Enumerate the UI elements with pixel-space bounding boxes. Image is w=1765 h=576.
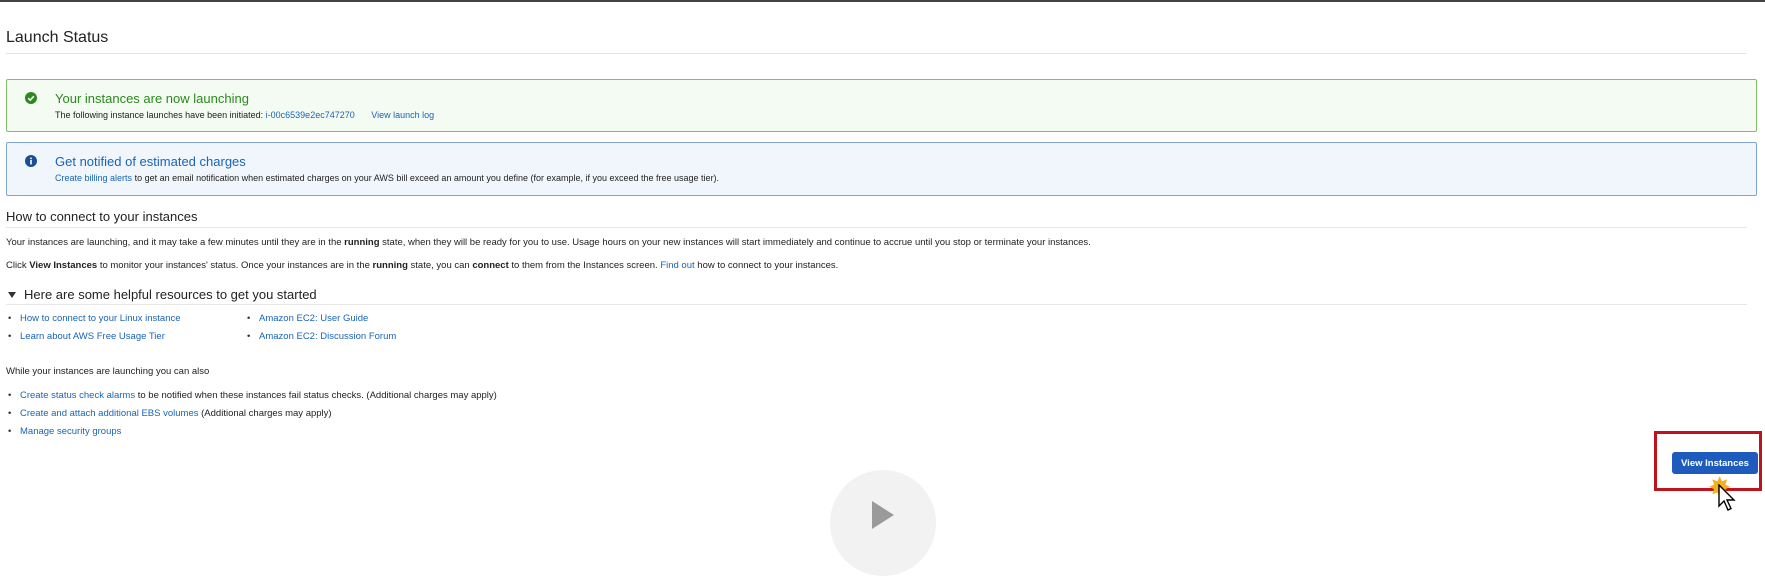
text: to them from the Instances screen. <box>511 260 658 271</box>
top-border <box>0 0 1765 2</box>
resources-divider <box>6 304 1747 305</box>
bold-text: View Instances <box>29 260 98 271</box>
text: Your instances are launching, and it may… <box>6 237 342 248</box>
list-item: Learn about AWS Free Usage Tier <box>6 328 181 346</box>
also-list: Create status check alarms to be notifie… <box>6 387 497 441</box>
billing-info-alert: Get notified of estimated charges Create… <box>6 142 1757 196</box>
linux-connect-link[interactable]: How to connect to your Linux instance <box>20 313 181 324</box>
resources-list-left: How to connect to your Linux instance Le… <box>6 310 181 346</box>
alert-body-text: The following instance launches have bee… <box>55 110 264 120</box>
status-check-alarms-link[interactable]: Create status check alarms <box>20 390 135 401</box>
resources-heading: Here are some helpful resources to get y… <box>24 287 317 302</box>
bold-text: running <box>372 260 408 271</box>
cursor-icon <box>1718 484 1736 511</box>
info-circle-icon <box>25 155 37 167</box>
user-guide-link[interactable]: Amazon EC2: User Guide <box>259 313 368 324</box>
list-item: How to connect to your Linux instance <box>6 310 181 328</box>
connect-paragraph-1: Your instances are launching, and it may… <box>6 237 1091 248</box>
list-item: Amazon EC2: Discussion Forum <box>245 328 396 346</box>
bold-text: connect <box>472 260 509 271</box>
page-title: Launch Status <box>6 29 109 46</box>
text: to monitor your instances' status. Once … <box>99 260 370 271</box>
connect-divider <box>6 227 1747 228</box>
text: state, when they will be ready for you t… <box>382 237 1091 248</box>
alert-heading: Get notified of estimated charges <box>55 154 246 169</box>
create-billing-alerts-link[interactable]: Create billing alerts <box>55 173 132 183</box>
title-divider <box>6 53 1747 54</box>
list-item: Create and attach additional EBS volumes… <box>6 405 497 423</box>
caret-down-icon <box>8 291 16 298</box>
list-item: Manage security groups <box>6 423 497 441</box>
play-icon <box>872 501 894 529</box>
alert-body: The following instance launches have bee… <box>55 110 434 120</box>
alert-body-text: to get an email notification when estima… <box>134 173 720 183</box>
security-groups-link[interactable]: Manage security groups <box>20 426 121 437</box>
find-out-link[interactable]: Find out <box>660 260 694 271</box>
text: how to connect to your instances. <box>697 260 839 271</box>
item-note: (Additional charges may apply) <box>201 408 332 419</box>
text: state, you can <box>410 260 470 271</box>
discussion-forum-link[interactable]: Amazon EC2: Discussion Forum <box>259 331 396 342</box>
check-circle-icon <box>25 92 37 104</box>
resources-list-right: Amazon EC2: User Guide Amazon EC2: Discu… <box>245 310 396 346</box>
ebs-volumes-link[interactable]: Create and attach additional EBS volumes <box>20 408 199 419</box>
list-item: Create status check alarms to be notifie… <box>6 387 497 405</box>
resources-toggle[interactable]: Here are some helpful resources to get y… <box>6 287 317 302</box>
launch-success-alert: Your instances are now launching The fol… <box>6 79 1757 132</box>
alert-body: Create billing alerts to get an email no… <box>55 173 719 183</box>
item-note: to be notified when these instances fail… <box>137 390 497 401</box>
also-heading: While your instances are launching you c… <box>6 366 210 377</box>
view-launch-log-link[interactable]: View launch log <box>371 110 434 120</box>
text: Click <box>6 260 27 271</box>
instance-id-link[interactable]: i-00c6539e2ec747270 <box>266 110 355 120</box>
bold-text: running <box>344 237 380 248</box>
connect-paragraph-2: Click View Instances to monitor your ins… <box>6 260 838 271</box>
alert-heading: Your instances are now launching <box>55 91 249 106</box>
connect-heading: How to connect to your instances <box>6 209 198 224</box>
list-item: Amazon EC2: User Guide <box>245 310 396 328</box>
free-usage-tier-link[interactable]: Learn about AWS Free Usage Tier <box>20 331 165 342</box>
